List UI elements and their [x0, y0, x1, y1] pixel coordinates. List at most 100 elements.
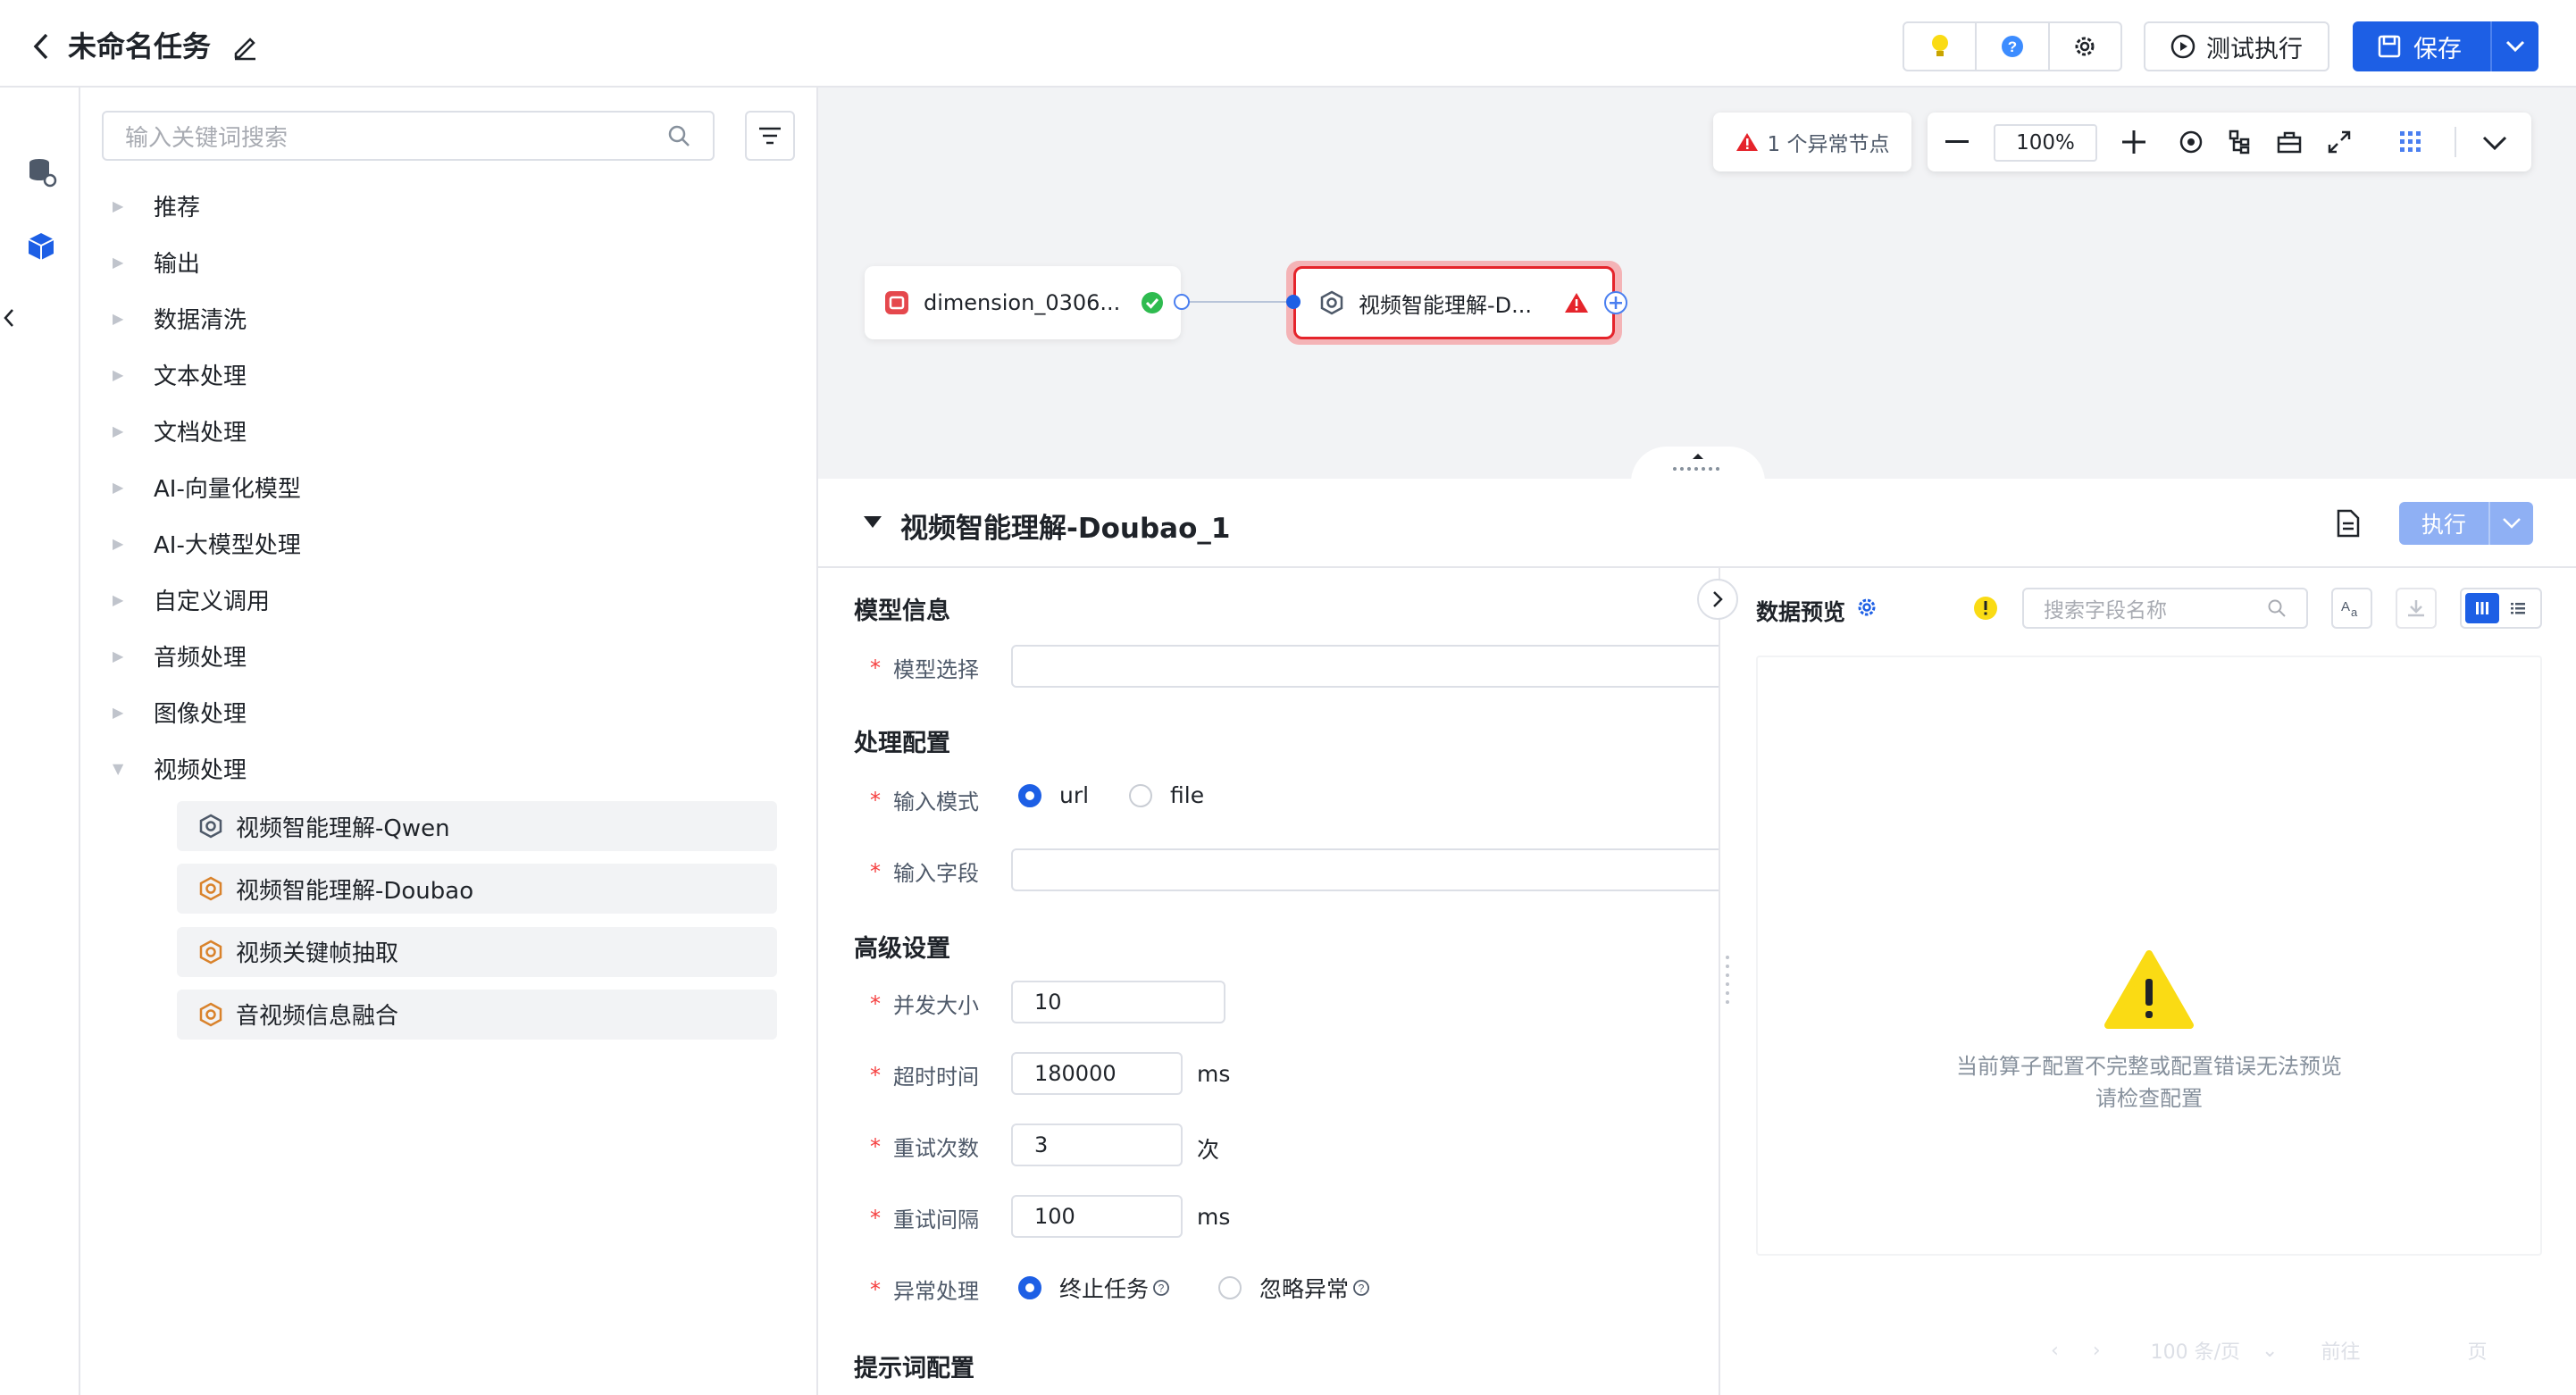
input-mode-file-radio[interactable]: file: [1129, 782, 1204, 808]
help-circle-icon: ?: [1153, 1280, 1169, 1296]
advanced-settings-heading: 高级设置: [854, 935, 950, 963]
svg-text:A: A: [2341, 599, 2350, 614]
operator-item[interactable]: 视频智能理解-Qwen: [177, 801, 777, 852]
operator-panel: 输入关键词搜索 ▶ 推荐 ▶ 输出 ▶ 数据清洗 ▶ 文本处理 ▶ 文档处理 ▶ AI-向量化模型 ▶ A…: [80, 88, 818, 1395]
tree-category[interactable]: ▶ 图像处理: [113, 692, 247, 731]
svg-text:a: a: [2351, 606, 2358, 619]
model-select[interactable]: [1011, 645, 1726, 688]
search-icon: [2268, 599, 2286, 617]
caret-right-icon: ▶: [113, 365, 124, 383]
tree-category[interactable]: ▶ 文档处理: [113, 411, 247, 450]
operator-search-input[interactable]: 输入关键词搜索: [102, 111, 715, 161]
node-doubao-input-port[interactable]: [1286, 295, 1301, 309]
retry-count-input[interactable]: 3: [1011, 1124, 1183, 1166]
help-circle-icon: ?: [1353, 1280, 1369, 1296]
empty-warning-triangle-icon: [2103, 948, 2195, 1034]
tree-category[interactable]: ▶ 自定义调用: [113, 580, 270, 619]
operator-search-placeholder: 输入关键词搜索: [125, 124, 289, 152]
save-dropdown-chevron-icon[interactable]: [2492, 39, 2538, 54]
operator-item[interactable]: 音视频信息融合: [177, 989, 777, 1040]
operator-item[interactable]: 视频关键帧抽取: [177, 926, 777, 977]
splitter-grip-icon[interactable]: [1724, 954, 1731, 1011]
timeout-unit: ms: [1197, 1061, 1231, 1087]
preview-collapse-button[interactable]: [1697, 579, 1738, 620]
tree-category[interactable]: ▶ 推荐: [113, 186, 200, 225]
caret-right-icon: ▶: [113, 703, 124, 721]
text-format-button[interactable]: Aa: [2331, 588, 2372, 629]
tree-category-label: 自定义调用: [154, 588, 271, 615]
retry-count-label: * 重试次数: [870, 1133, 979, 1162]
operator-item[interactable]: 视频智能理解-Doubao: [177, 864, 777, 915]
caret-right-icon: ▶: [113, 478, 124, 496]
input-field-select[interactable]: [1011, 848, 1726, 891]
test-run-button[interactable]: 测试执行: [2144, 21, 2329, 71]
tree-category[interactable]: ▶ 输出: [113, 242, 200, 281]
filter-button[interactable]: [745, 111, 795, 161]
prev-page-icon[interactable]: ‹: [2051, 1340, 2059, 1362]
error-ignore-radio[interactable]: 忽略异常 ?: [1218, 1272, 1370, 1304]
tree-category[interactable]: ▶ 数据清洗: [113, 298, 247, 338]
run-dropdown-chevron-icon[interactable]: [2490, 502, 2533, 545]
input-mode-url-radio[interactable]: url: [1018, 782, 1089, 808]
pagination: ‹ › 100 条/页 ⌄ 前往 页: [2051, 1332, 2551, 1368]
run-button[interactable]: 执行: [2399, 502, 2490, 545]
download-button[interactable]: [2396, 588, 2437, 629]
tree-category[interactable]: ▼ 视频处理: [113, 748, 247, 788]
node-warning-icon: [1565, 293, 1588, 313]
preview-warning-icon[interactable]: [1972, 595, 1999, 625]
tree-category-label: 文档处理: [154, 419, 247, 447]
back-icon[interactable]: [25, 29, 57, 64]
retry-interval-input[interactable]: 100: [1011, 1195, 1183, 1238]
next-page-icon[interactable]: ›: [2093, 1340, 2101, 1362]
flow-node-video-doubao[interactable]: 视频智能理解-D...: [1293, 266, 1615, 339]
search-icon: [668, 125, 690, 146]
tree-category-label: 音频处理: [154, 644, 247, 672]
svg-text:?: ?: [2008, 38, 2017, 55]
save-disk-icon: [2378, 35, 2401, 58]
settings-gear-icon[interactable]: [2050, 23, 2120, 70]
tree-category[interactable]: ▶ 音频处理: [113, 636, 247, 675]
collapse-chevron-icon[interactable]: [2, 307, 16, 332]
page-size-select[interactable]: 100 条/页: [2151, 1336, 2240, 1365]
list-view-icon[interactable]: [2499, 593, 2537, 623]
help-icon[interactable]: ?: [1977, 23, 2050, 70]
empty-message-line2: 请检查配置: [2095, 1086, 2203, 1111]
preview-title: 数据预览: [1756, 599, 1846, 625]
edit-title-icon[interactable]: [230, 32, 261, 63]
database-icon[interactable]: [25, 155, 57, 191]
field-search-placeholder: 搜索字段名称: [2044, 599, 2167, 622]
operator-item-label: 视频关键帧抽取: [236, 940, 399, 968]
collapse-triangle-icon[interactable]: [863, 514, 882, 532]
column-view-icon[interactable]: [2465, 593, 2499, 623]
operator-cube-icon[interactable]: [25, 230, 57, 266]
lightbulb-icon[interactable]: [1904, 23, 1978, 70]
flow-canvas[interactable]: 1 个异常节点 100% dimension_0306... 视频智能理解-D.…: [818, 88, 2576, 479]
page-size-chevron-icon[interactable]: ⌄: [2262, 1340, 2278, 1362]
input-mode-label: * 输入模式: [870, 787, 979, 815]
add-node-plus-icon[interactable]: [1604, 291, 1627, 314]
tree-category[interactable]: ▶ AI-向量化模型: [113, 467, 301, 506]
video-hexagon-icon: [1320, 290, 1343, 315]
video-hexagon-icon: [199, 876, 222, 901]
panel-resize-handle[interactable]: [1631, 447, 1765, 479]
node-source-output-port[interactable]: [1174, 294, 1190, 310]
success-check-icon: [1142, 292, 1163, 313]
radio-unselected: [1218, 1276, 1242, 1299]
error-terminate-radio[interactable]: 终止任务 ?: [1018, 1272, 1170, 1304]
flow-node-source[interactable]: dimension_0306...: [865, 266, 1181, 339]
concurrency-input[interactable]: 10: [1011, 981, 1225, 1023]
tree-category-label: 输出: [154, 250, 201, 278]
error-handling-label: * 异常处理: [870, 1276, 979, 1305]
tree-category[interactable]: ▶ AI-大模型处理: [113, 523, 301, 563]
operator-item-label: 视频智能理解-Doubao: [236, 877, 474, 905]
tree-category[interactable]: ▶ 文本处理: [113, 355, 247, 394]
document-icon[interactable]: [2335, 509, 2362, 541]
timeout-input[interactable]: 180000: [1011, 1052, 1183, 1095]
save-button-group: 保存: [2353, 21, 2538, 71]
caret-right-icon: ▶: [113, 590, 124, 608]
save-button[interactable]: 保存: [2353, 21, 2492, 71]
caret-right-icon: ▶: [113, 253, 124, 271]
field-search-input[interactable]: 搜索字段名称: [2022, 588, 2308, 629]
retry-count-unit: 次: [1197, 1137, 1220, 1163]
preview-settings-gear-icon[interactable]: [1854, 595, 1879, 623]
